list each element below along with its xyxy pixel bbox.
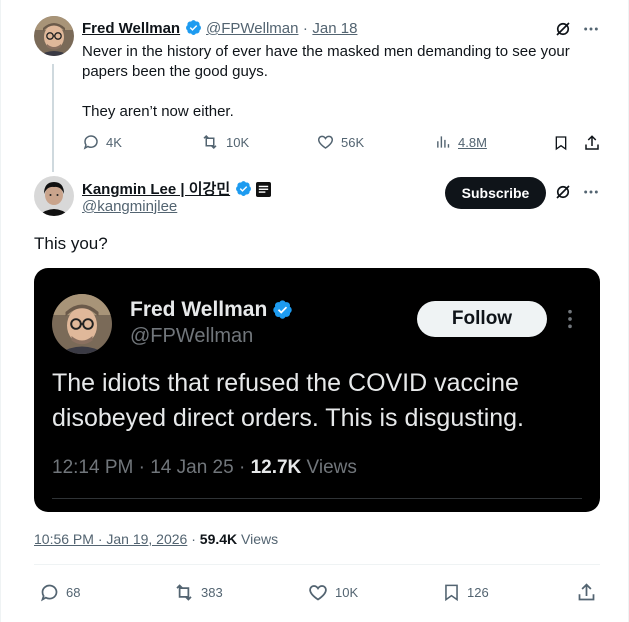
reply-button[interactable]: 68 — [39, 582, 80, 603]
embedded-views-count: 12.7K — [250, 457, 302, 478]
share-icon[interactable] — [576, 582, 597, 603]
author-name[interactable]: Kangmin Lee | 이강민 — [82, 181, 230, 198]
repost-button[interactable]: 10K — [200, 133, 249, 151]
grok-icon[interactable] — [554, 20, 572, 38]
verified-badge-icon — [273, 300, 292, 319]
repost-icon — [203, 134, 217, 150]
tweet2-header: Kangmin Lee | 이강민 — [82, 178, 272, 199]
more-options-icon[interactable] — [583, 21, 599, 37]
embedded-divider — [52, 498, 582, 499]
repost-button[interactable]: 383 — [173, 582, 223, 603]
avatar-fred-wellman[interactable] — [34, 16, 74, 56]
meta-separator: · — [191, 531, 196, 547]
tweet1-text-line: Never in the history of ever have the ma… — [82, 43, 570, 60]
tweet-date[interactable]: Jan 18 — [312, 20, 357, 37]
like-count: 56K — [341, 134, 365, 150]
tweet-timestamp[interactable]: 10:56 PM · Jan 19, 2026 — [34, 531, 187, 547]
views-label: Views — [241, 531, 279, 547]
header-separator: · — [302, 20, 308, 37]
reply-count: 68 — [66, 585, 81, 600]
views-count: 4.8M — [458, 134, 487, 150]
embedded-more-icon — [568, 309, 572, 329]
share-icon[interactable] — [583, 134, 601, 152]
like-button[interactable]: 10K — [307, 582, 358, 603]
reply-count: 4K — [106, 134, 122, 150]
avatar-kangmin-lee[interactable] — [34, 176, 74, 216]
repost-count: 383 — [201, 585, 223, 600]
tweet1-text-line: papers been the good guys. — [82, 63, 268, 80]
timeline: Fred Wellman @FPWellman · Jan 18 Never i… — [0, 0, 629, 622]
like-count: 10K — [335, 585, 359, 600]
tweet1-text-line: They aren’t now either. — [82, 103, 234, 120]
bookmark-button[interactable]: 126 — [442, 582, 489, 603]
embedded-header: Fred Wellman — [130, 298, 293, 322]
embedded-meta: 12:14 PM · 14 Jan 25 · 12.7K Views — [52, 457, 357, 479]
tweet2-text: This you? — [34, 234, 108, 253]
tweet1-header: Fred Wellman @FPWellman · Jan 18 — [82, 19, 357, 38]
verified-badge-icon — [235, 181, 251, 196]
tweet1-body: Never in the history of ever have the ma… — [82, 42, 602, 122]
affiliate-badge-icon — [256, 182, 272, 197]
bookmark-count: 126 — [467, 585, 489, 600]
repost-icon — [176, 584, 192, 601]
embedded-author-handle: @FPWellman — [130, 325, 254, 347]
embedded-avatar — [52, 294, 112, 354]
reply-button[interactable]: 4K — [82, 133, 122, 151]
embedded-views-label: Views — [306, 457, 357, 478]
embedded-text-line: disobeyed direct orders. This is disgust… — [52, 404, 524, 432]
attached-image[interactable]: Fred Wellman @FPWellman Follow The idiot… — [34, 268, 600, 512]
grok-icon[interactable] — [554, 183, 572, 201]
embedded-timestamp: 12:14 PM · 14 Jan 25 · — [52, 457, 251, 478]
author-handle[interactable]: @kangminjlee — [82, 198, 177, 215]
like-button[interactable]: 56K — [316, 133, 364, 151]
analytics-icon — [437, 136, 450, 148]
tweet2-meta: 10:56 PM · Jan 19, 2026 · 59.4K Views — [34, 531, 278, 547]
embedded-tweet-text: The idiots that refused the COVID vaccin… — [52, 366, 592, 436]
embedded-follow-button: Follow — [417, 301, 547, 337]
views-total: 59.4K — [199, 531, 238, 547]
heart-icon — [318, 135, 333, 149]
subscribe-button[interactable]: Subscribe — [445, 177, 546, 209]
bookmark-icon — [445, 584, 458, 602]
more-options-icon[interactable] — [583, 184, 599, 200]
divider — [34, 564, 600, 565]
embedded-text-line: The idiots that refused the COVID vaccin… — [52, 369, 519, 397]
reply-icon — [83, 135, 98, 150]
author-handle[interactable]: @FPWellman — [206, 20, 298, 37]
repost-count: 10K — [226, 134, 250, 150]
thread-line — [52, 64, 54, 172]
reply-icon — [40, 584, 58, 602]
views-link[interactable]: 4.8M — [435, 133, 487, 151]
embedded-author-name: Fred Wellman — [130, 298, 268, 321]
heart-icon — [309, 585, 327, 601]
verified-badge-icon — [185, 20, 201, 35]
author-name[interactable]: Fred Wellman — [82, 20, 180, 37]
bookmark-icon[interactable] — [553, 134, 569, 152]
